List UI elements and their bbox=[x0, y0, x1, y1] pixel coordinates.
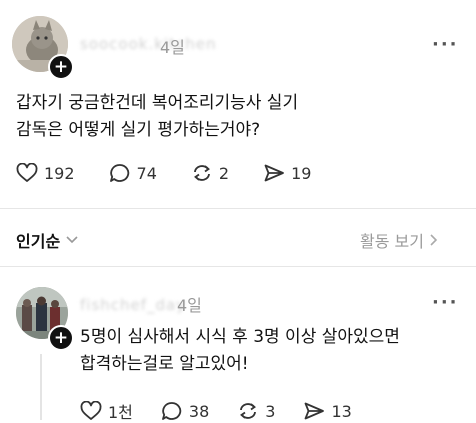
reply-text-line: 합격하는걸로 알고있어! bbox=[80, 354, 249, 374]
reply-username[interactable]: fishchef_day bbox=[80, 296, 186, 314]
sort-label: 인기순 bbox=[16, 232, 61, 251]
heart-icon bbox=[16, 163, 38, 182]
reply-comment-button[interactable]: 38 bbox=[161, 399, 209, 423]
reply-like-button[interactable]: 1천 bbox=[80, 399, 133, 423]
post-actions: 192 74 2 19 bbox=[16, 163, 311, 183]
post-more-button[interactable]: ··· bbox=[432, 34, 459, 55]
reply-repost-count: 3 bbox=[265, 401, 276, 421]
post-text-line: 감독은 어떻게 실기 평가하는거야? bbox=[16, 120, 261, 140]
chevron-right-icon bbox=[430, 234, 438, 246]
reply-text-line: 5명이 심사해서 시식 후 3명 이상 살아있으면 bbox=[80, 327, 400, 347]
comment-bubble-icon bbox=[109, 164, 129, 182]
comment-bubble-icon bbox=[162, 402, 182, 420]
chevron-down-icon bbox=[66, 236, 78, 244]
post-username[interactable]: soocook.kitchen bbox=[80, 35, 216, 53]
reply-more-button[interactable]: ··· bbox=[432, 292, 459, 313]
reply-text: 5명이 심사해서 시식 후 3명 이상 살아있으면 합격하는걸로 알고있어! bbox=[80, 324, 470, 378]
view-activity-label: 활동 보기 bbox=[360, 232, 424, 251]
heart-icon bbox=[80, 401, 102, 420]
send-icon bbox=[264, 164, 284, 182]
post-divider bbox=[0, 208, 476, 209]
view-activity-link[interactable]: 활동 보기 bbox=[360, 228, 438, 252]
follow-plus-button[interactable]: + bbox=[48, 54, 74, 80]
share-count: 19 bbox=[291, 163, 312, 183]
plus-icon: + bbox=[53, 57, 69, 77]
repost-icon bbox=[193, 165, 210, 181]
reply-repost-button[interactable]: 3 bbox=[237, 399, 275, 423]
reply-timestamp: 4일 bbox=[177, 296, 202, 315]
plus-icon: + bbox=[53, 328, 69, 348]
like-count: 192 bbox=[44, 163, 75, 183]
repost-button[interactable]: 2 bbox=[191, 163, 229, 183]
sort-dropdown[interactable]: 인기순 bbox=[16, 228, 78, 252]
reply-like-count: 1천 bbox=[108, 403, 133, 422]
post-timestamp: 4일 bbox=[160, 38, 185, 57]
send-icon bbox=[305, 402, 325, 420]
sort-divider bbox=[0, 266, 476, 267]
post-text: 갑자기 궁금한건데 복어조리기능사 실기 감독은 어떻게 실기 평가하는거야? bbox=[16, 90, 466, 144]
thread-line bbox=[40, 354, 42, 420]
reply-follow-plus-button[interactable]: + bbox=[48, 325, 74, 351]
reply-share-count: 13 bbox=[331, 401, 352, 421]
repost-icon bbox=[240, 403, 257, 419]
post-text-line: 갑자기 궁금한건데 복어조리기능사 실기 bbox=[16, 93, 299, 113]
reply-actions: 1천 38 3 13 bbox=[80, 399, 352, 423]
reply-comment-count: 38 bbox=[188, 401, 210, 421]
reply-share-button[interactable]: 13 bbox=[303, 399, 352, 423]
share-button[interactable]: 19 bbox=[263, 163, 311, 183]
comment-button[interactable]: 74 bbox=[109, 163, 157, 183]
comment-count: 74 bbox=[136, 163, 157, 183]
like-button[interactable]: 192 bbox=[16, 163, 75, 183]
repost-count: 2 bbox=[218, 163, 230, 183]
